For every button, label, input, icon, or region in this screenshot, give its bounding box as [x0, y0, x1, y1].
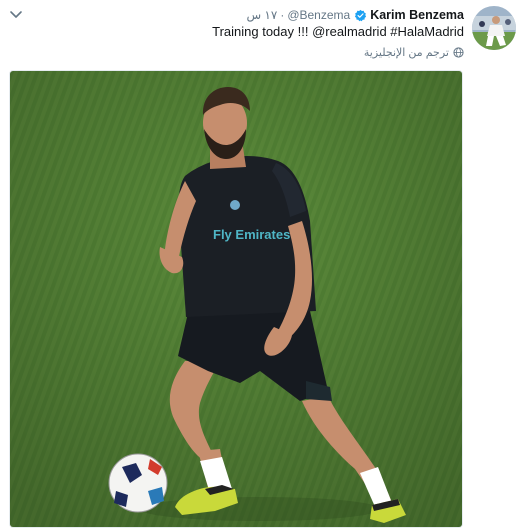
avatar[interactable] [472, 6, 516, 50]
translate-tweet-link[interactable]: ترجم من الإنجليزية [364, 46, 464, 59]
timestamp[interactable]: ١٧ س [246, 8, 277, 22]
user-handle[interactable]: @Benzema [287, 8, 350, 22]
tweet-photo[interactable]: Fly Emirates [9, 70, 463, 528]
tweet-header: ١٧ س · @Benzema Karim Benzema [246, 7, 464, 23]
verified-badge-icon [355, 9, 367, 21]
display-name[interactable]: Karim Benzema [370, 8, 464, 22]
translate-label: ترجم من الإنجليزية [363, 47, 449, 59]
soccer-ball [108, 453, 168, 513]
separator-dot: · [280, 8, 285, 22]
globe-icon [453, 47, 464, 58]
chevron-down-icon[interactable] [9, 8, 23, 22]
tweet-text: Training today !!! @realmadrid #HalaMadr… [212, 24, 464, 39]
shirt-sponsor: Fly Emirates [213, 227, 290, 242]
tweet-card: ١٧ س · @Benzema Karim Benzema Training t… [0, 0, 524, 532]
